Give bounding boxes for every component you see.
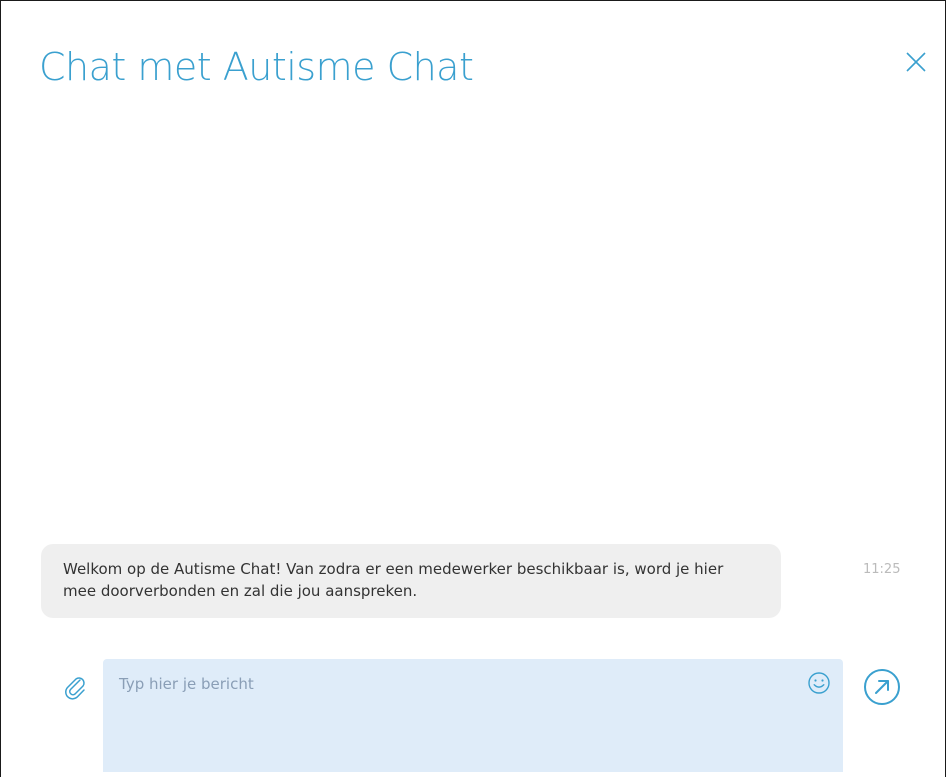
message-bubble: Welkom op de Autisme Chat! Van zodra er … — [41, 544, 781, 618]
chat-window: Chat met Autisme Chat Welkom op de Autis… — [0, 0, 946, 777]
close-icon — [906, 52, 926, 72]
emoji-button[interactable] — [807, 671, 831, 695]
attach-button[interactable] — [61, 673, 91, 703]
smiley-icon — [808, 672, 830, 694]
close-button[interactable] — [901, 47, 931, 77]
message-timestamp: 11:25 — [863, 562, 901, 577]
send-button[interactable] — [863, 668, 901, 706]
paperclip-icon — [65, 677, 85, 700]
page-title: Chat met Autisme Chat — [39, 45, 474, 89]
message-text: Welkom op de Autisme Chat! Van zodra er … — [63, 560, 724, 600]
send-arrow-icon — [864, 669, 900, 705]
message-input[interactable] — [103, 659, 843, 772]
